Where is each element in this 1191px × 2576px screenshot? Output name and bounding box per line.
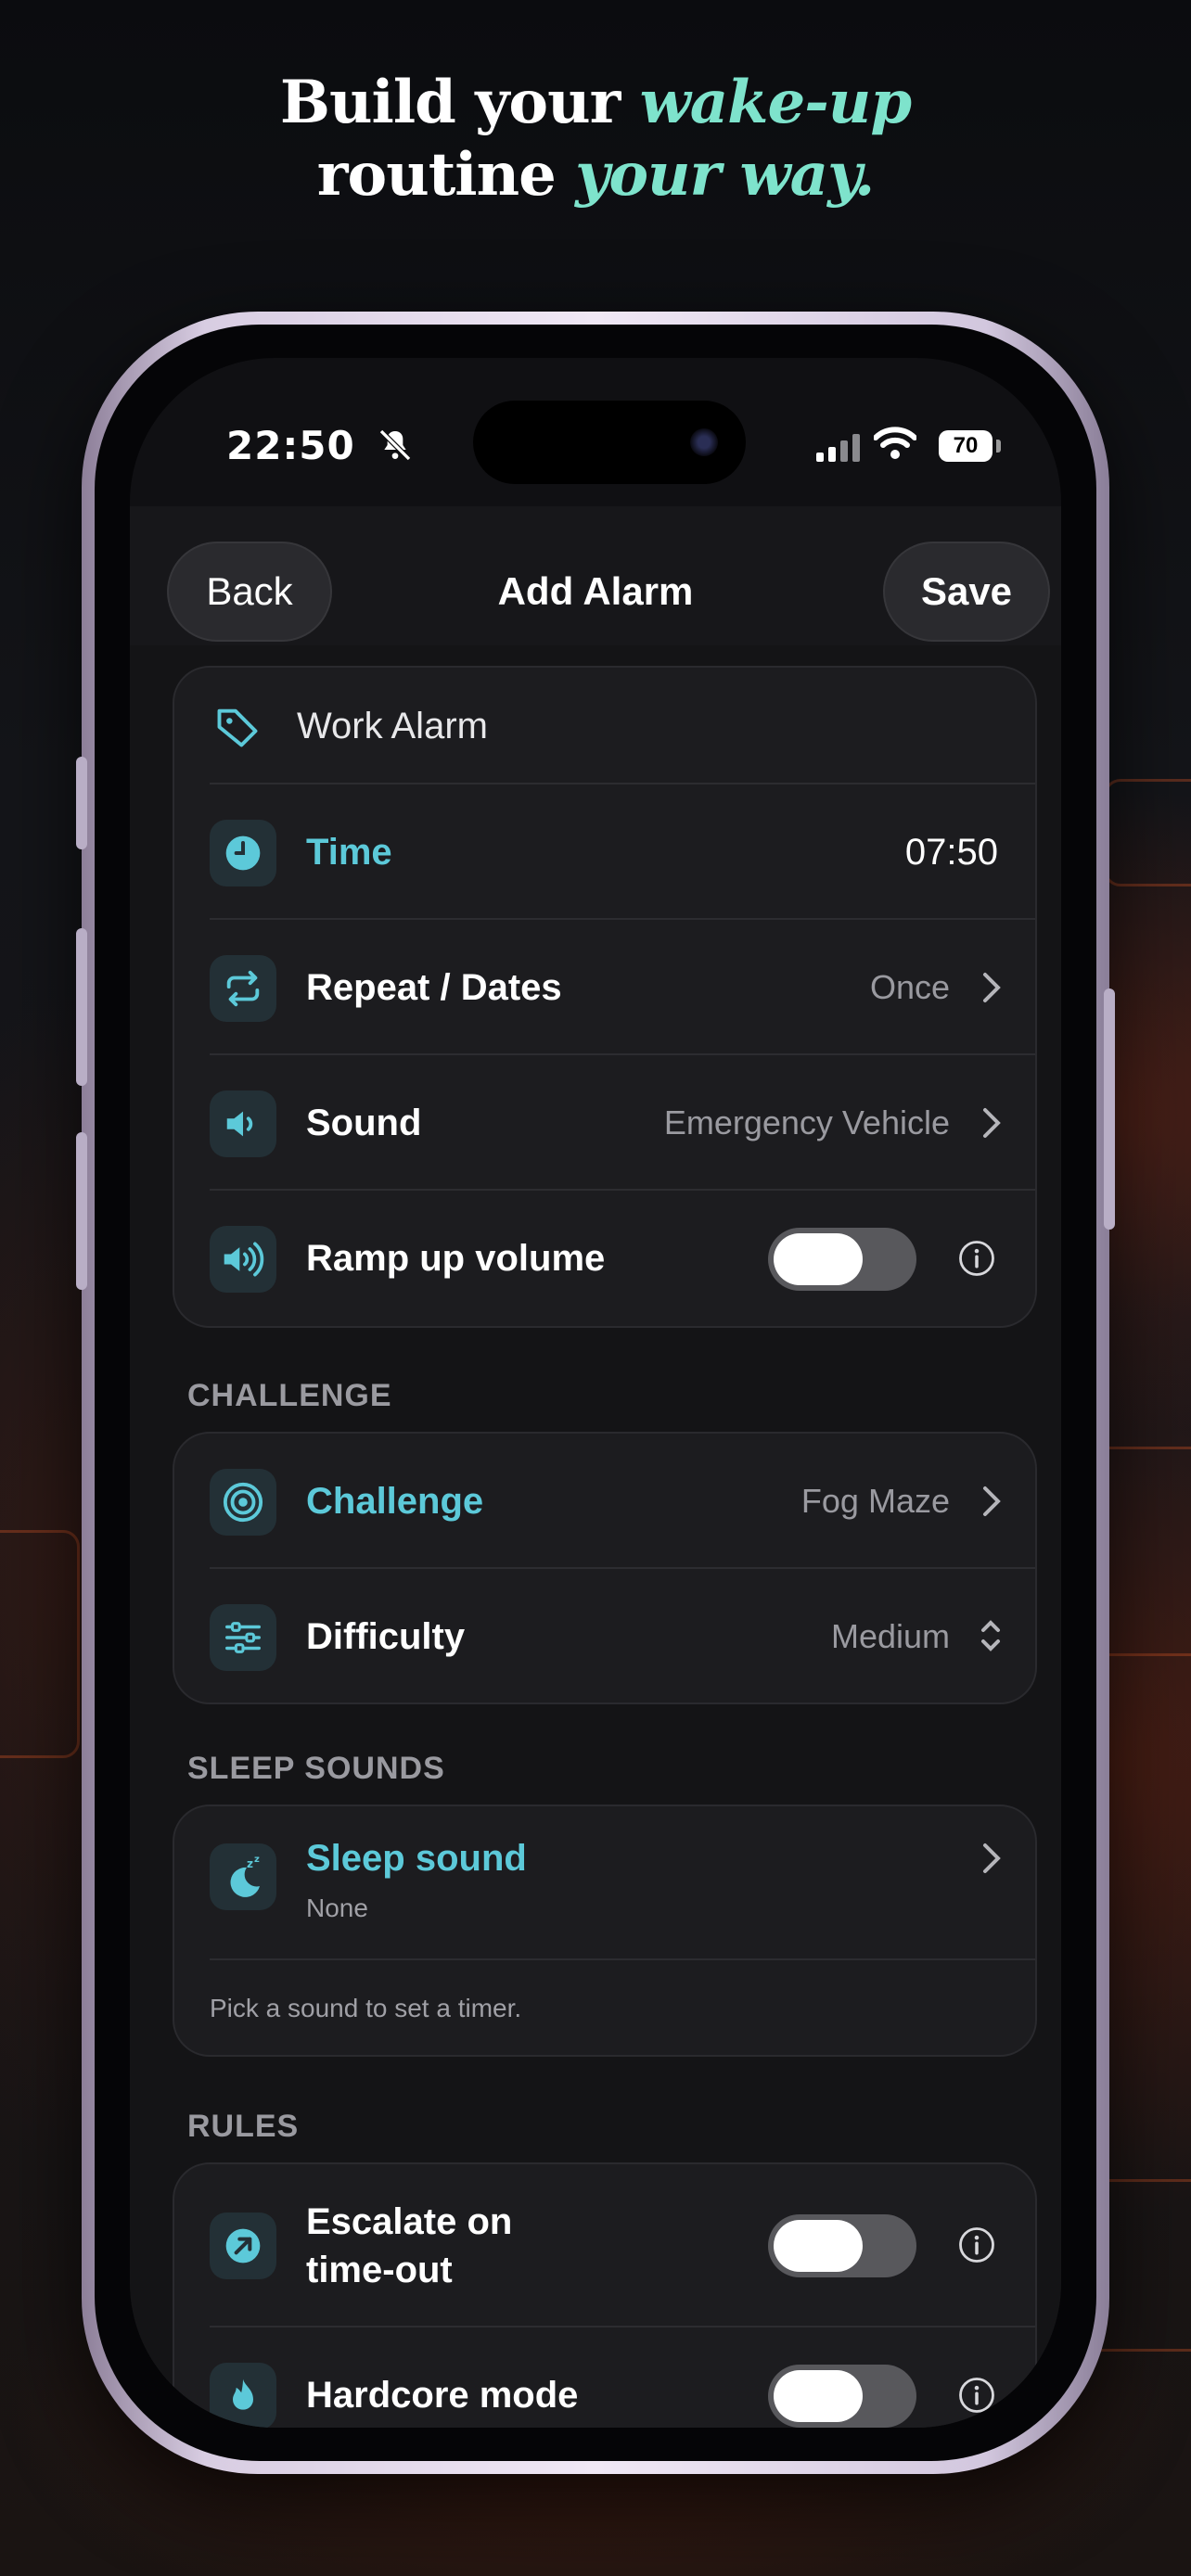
- status-time: 22:50: [226, 423, 355, 468]
- hardcore-row: Hardcore mode: [174, 2327, 1035, 2428]
- difficulty-row[interactable]: Difficulty Medium: [174, 1569, 1035, 1702]
- time-row[interactable]: Time 07:50: [174, 784, 1035, 920]
- info-icon[interactable]: [957, 2376, 996, 2419]
- cellular-signal-icon: [816, 434, 863, 466]
- svg-text:z: z: [247, 1857, 253, 1870]
- escalate-label: Escalate on time-out: [306, 2198, 512, 2294]
- sliders-icon: [210, 1604, 276, 1671]
- sleep-sound-hint: Pick a sound to set a timer.: [210, 1994, 522, 2022]
- repeat-label: Repeat / Dates: [306, 967, 562, 1008]
- sleep-sounds-card: zz Sleep sound None Pick a sound to set …: [173, 1804, 1037, 2057]
- chevron-updown-icon: [980, 1615, 1002, 1661]
- bg-streak: [0, 1530, 80, 1758]
- bezel: 22:50 70 Back Add Alarm Save Work Alarm …: [95, 325, 1096, 2461]
- info-icon[interactable]: [957, 1239, 996, 1282]
- power-button: [1104, 988, 1115, 1230]
- ramp-volume-row: Ramp up volume: [174, 1191, 1035, 1326]
- sleep-sound-row[interactable]: zz Sleep sound None: [174, 1806, 1035, 1960]
- ramp-volume-toggle[interactable]: [768, 1228, 916, 1291]
- chevron-right-icon: [981, 969, 1002, 1011]
- volume-down-button: [76, 1132, 87, 1290]
- chevron-right-icon: [981, 1483, 1002, 1524]
- challenge-label: Challenge: [306, 1481, 484, 1522]
- moon-sleep-icon: zz: [210, 1843, 276, 1910]
- section-header-challenge: CHALLENGE: [187, 1378, 392, 1413]
- headline-accent1: wake-up: [639, 68, 912, 137]
- save-button[interactable]: Save: [883, 542, 1050, 642]
- section-header-rules: RULES: [187, 2109, 300, 2144]
- form-content: Work Alarm Time 07:50 Repeat / Dates Onc…: [130, 645, 1061, 2428]
- camera-icon: [690, 428, 718, 456]
- headline-accent2: your way.: [575, 140, 875, 210]
- phone-frame: 22:50 70 Back Add Alarm Save Work Alarm …: [76, 312, 1115, 2474]
- hardcore-toggle[interactable]: [768, 2365, 916, 2428]
- wifi-icon: [873, 427, 917, 465]
- sound-label: Sound: [306, 1103, 422, 1143]
- alarm-settings-card: Work Alarm Time 07:50 Repeat / Dates Onc…: [173, 666, 1037, 1328]
- status-bar: 22:50 70: [130, 358, 1061, 506]
- svg-text:z: z: [254, 1855, 260, 1865]
- toggle-knob: [774, 1233, 863, 1285]
- target-icon: [210, 1469, 276, 1536]
- action-button: [76, 757, 87, 849]
- divider: [210, 1958, 1035, 1960]
- headline-line2: routine: [316, 140, 557, 210]
- sound-value: Emergency Vehicle: [663, 1103, 950, 1141]
- challenge-card: Challenge Fog Maze Difficulty Medium: [173, 1432, 1037, 1704]
- toggle-knob: [774, 2370, 863, 2422]
- flame-icon: [210, 2363, 276, 2428]
- battery-tip: [996, 440, 1001, 453]
- escalate-label-line2: time-out: [306, 2250, 453, 2290]
- difficulty-label: Difficulty: [306, 1616, 466, 1657]
- alarm-name-row[interactable]: Work Alarm: [174, 668, 1035, 784]
- escalate-row: Escalate on time-out: [174, 2164, 1035, 2327]
- clock-icon: [210, 820, 276, 886]
- tag-icon: [213, 703, 262, 756]
- repeat-row[interactable]: Repeat / Dates Once: [174, 920, 1035, 1055]
- section-header-sleep: SLEEP SOUNDS: [187, 1751, 445, 1786]
- speaker-icon: [210, 1090, 276, 1157]
- challenge-row[interactable]: Challenge Fog Maze: [174, 1434, 1035, 1569]
- volume-up-button: [76, 928, 87, 1086]
- headline-line1: Build your: [279, 68, 621, 137]
- sound-row[interactable]: Sound Emergency Vehicle: [174, 1055, 1035, 1191]
- escalate-label-line1: Escalate on: [306, 2201, 513, 2242]
- rules-card: Escalate on time-out Hardcore mode: [173, 2162, 1037, 2428]
- ramp-volume-label: Ramp up volume: [306, 1238, 606, 1279]
- battery-indicator: 70: [939, 430, 992, 462]
- dynamic-island: [473, 401, 746, 484]
- sleep-sound-label: Sleep sound: [306, 1838, 527, 1879]
- toggle-knob: [774, 2220, 863, 2272]
- escalate-toggle[interactable]: [768, 2214, 916, 2277]
- repeat-value: Once: [869, 968, 950, 1006]
- info-icon[interactable]: [957, 2225, 996, 2269]
- sleep-sound-value: None: [306, 1894, 368, 1922]
- escalate-arrow-icon: [210, 2213, 276, 2279]
- time-value[interactable]: 07:50: [905, 784, 998, 920]
- speaker-loud-icon: [210, 1226, 276, 1293]
- time-label: Time: [306, 832, 392, 873]
- bg-streak: [1104, 779, 1191, 886]
- bell-muted-icon: [377, 427, 414, 468]
- app-screen: 22:50 70 Back Add Alarm Save Work Alarm …: [130, 358, 1061, 2428]
- alarm-name-field[interactable]: Work Alarm: [297, 668, 488, 784]
- marketing-headline: Build your wake-up routine your way.: [0, 67, 1191, 211]
- repeat-icon: [210, 955, 276, 1022]
- difficulty-value: Medium: [830, 1617, 950, 1655]
- hardcore-label: Hardcore mode: [306, 2375, 579, 2416]
- chevron-right-icon: [981, 1104, 1002, 1146]
- challenge-value: Fog Maze: [800, 1482, 950, 1520]
- chevron-right-icon: [981, 1840, 1002, 1881]
